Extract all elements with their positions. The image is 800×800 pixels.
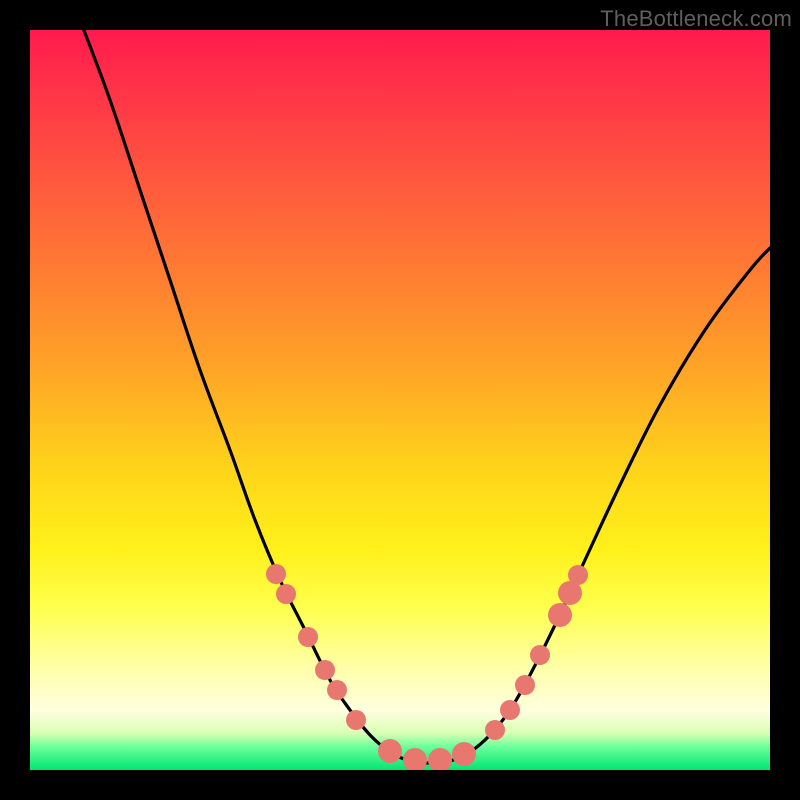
curve-marker (266, 564, 286, 584)
curve-marker (327, 680, 347, 700)
curve-layer (30, 30, 770, 770)
curve-marker (276, 584, 296, 604)
curve-marker (485, 720, 505, 740)
bottleneck-curve (80, 30, 770, 763)
curve-marker (500, 700, 520, 720)
plot-area (30, 30, 770, 770)
curve-marker (548, 603, 572, 627)
curve-marker (568, 565, 588, 585)
curve-marker (298, 627, 318, 647)
watermark-label: TheBottleneck.com (600, 6, 792, 32)
curve-marker (530, 645, 550, 665)
marker-group (266, 564, 588, 770)
curve-marker (315, 660, 335, 680)
curve-marker (452, 742, 476, 766)
curve-marker (346, 710, 366, 730)
curve-marker (515, 675, 535, 695)
curve-marker (378, 739, 402, 763)
chart-frame: TheBottleneck.com (0, 0, 800, 800)
curve-marker (403, 748, 427, 770)
curve-marker (428, 748, 452, 770)
